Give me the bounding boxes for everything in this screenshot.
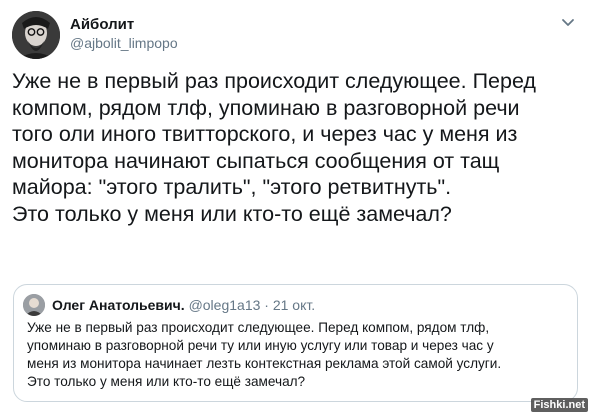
quoted-avatar	[23, 294, 45, 316]
quoted-text: Уже не в первый раз происходит следующее…	[27, 320, 502, 389]
watermark: Fishki.net	[530, 398, 588, 412]
quoted-tweet[interactable]: Олег Анатольевич. @oleg1a13 · 21 окт. Уж…	[13, 284, 578, 402]
avatar[interactable]	[12, 11, 60, 59]
chevron-down-icon[interactable]	[559, 13, 577, 31]
tweet-header: Айболит @ajbolit_limpopo	[12, 11, 579, 59]
author-name[interactable]: Айболит	[70, 15, 178, 34]
quoted-separator: ·	[264, 297, 269, 313]
author-handle[interactable]: @ajbolit_limpopo	[70, 34, 178, 53]
quoted-author-name: Олег Анатольевич.	[52, 297, 185, 313]
author-block: Айболит @ajbolit_limpopo	[70, 15, 178, 53]
quoted-author-handle: @oleg1a13	[188, 297, 261, 313]
quoted-header: Олег Анатольевич. @oleg1a13 · 21 окт.	[52, 296, 315, 314]
tweet-text: Уже не в первый раз происходит следующее…	[12, 69, 536, 226]
quoted-date: 21 окт.	[272, 297, 316, 313]
